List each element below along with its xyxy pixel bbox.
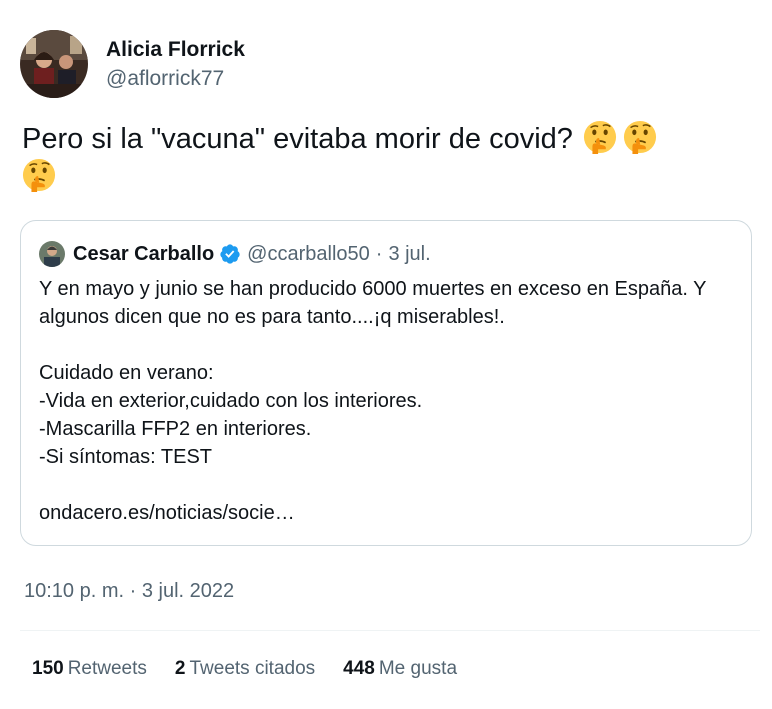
quoted-line: -Vida en exterior,cuidado con los interi… [39, 390, 423, 412]
likes-label: Me gusta [378, 658, 458, 679]
author-avatar[interactable] [20, 30, 88, 98]
likes-stat[interactable]: 448 Me gusta [343, 658, 457, 680]
tweet-timestamp[interactable]: 10:10 p. m. · 3 jul. 2022 [24, 580, 234, 603]
quoted-link[interactable]: ondacero.es/noticias/socie… [39, 499, 729, 527]
profile-photo-icon [20, 30, 88, 98]
tweet-author-header: Alicia Florrick @aflorrick77 [20, 30, 245, 98]
quoted-tweet-card[interactable]: Cesar Carballo @ccarballo50 · 3 jul. Y e… [20, 220, 752, 546]
quoted-line: -Mascarilla FFP2 en interiores. [39, 418, 312, 440]
tweet-text: Pero si la "vacuna" evitaba morir de cov… [22, 120, 742, 196]
quoted-author-name[interactable]: Cesar Carballo [73, 243, 214, 266]
author-handle[interactable]: @aflorrick77 [106, 66, 245, 92]
quoted-author-avatar[interactable] [39, 241, 65, 267]
quote-tweets-stat[interactable]: 2 Tweets citados [175, 658, 315, 680]
quote-tweets-count: 2 [174, 658, 186, 679]
verified-badge-icon [220, 244, 240, 264]
likes-count: 448 [343, 658, 375, 679]
thinking-face-emoji-icon [583, 120, 616, 154]
quoted-tweet-date[interactable]: 3 jul. [388, 243, 430, 266]
divider [20, 630, 760, 631]
quoted-line: -Si síntomas: TEST [39, 446, 213, 468]
quoted-line: Y en mayo y junio se han producido 6000 … [39, 278, 707, 328]
separator-dot: · [375, 242, 383, 265]
quote-tweets-label: Tweets citados [189, 658, 316, 679]
retweets-stat[interactable]: 150 Retweets [32, 658, 147, 680]
retweets-count: 150 [32, 658, 64, 679]
quoted-author-handle[interactable]: @ccarballo50 [247, 243, 370, 266]
tweet-text-content: Pero si la "vacuna" evitaba morir de cov… [22, 123, 573, 155]
thinking-face-emoji-icon [22, 158, 56, 192]
retweets-label: Retweets [67, 658, 147, 679]
thinking-face-emoji-icon [623, 120, 656, 154]
author-name[interactable]: Alicia Florrick [106, 37, 245, 63]
tweet-stats: 150 Retweets 2 Tweets citados 448 Me gusta [32, 658, 485, 680]
quoted-tweet-header: Cesar Carballo @ccarballo50 · 3 jul. [39, 241, 431, 267]
profile-photo-icon [39, 241, 65, 267]
quoted-tweet-text: Y en mayo y junio se han producido 6000 … [39, 275, 729, 527]
quoted-line: Cuidado en verano: [39, 362, 214, 384]
